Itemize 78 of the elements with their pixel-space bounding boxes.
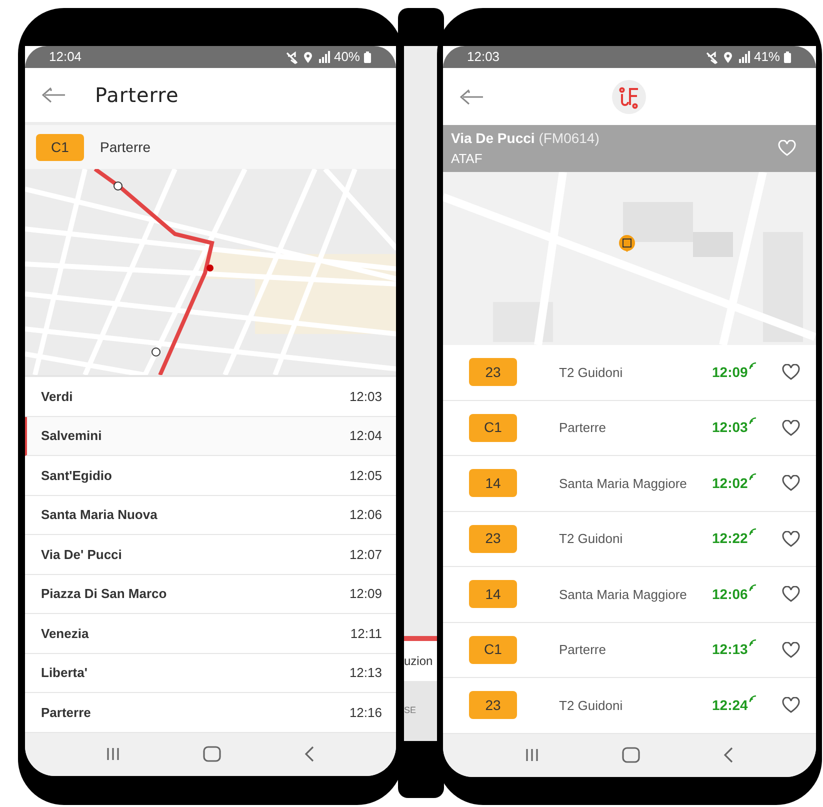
- battery-percentage: 40%: [334, 48, 360, 66]
- line-badge: C1: [469, 636, 517, 664]
- departure-time: 12:09: [712, 362, 748, 382]
- back-icon[interactable]: [723, 747, 734, 763]
- heart-icon[interactable]: [782, 530, 800, 547]
- stop-time: 12:13: [349, 664, 382, 682]
- recent-apps-icon[interactable]: [106, 746, 120, 762]
- stop-row[interactable]: Salvemini 12:04: [25, 416, 396, 456]
- stop-row[interactable]: Santa Maria Nuova 12:06: [25, 496, 396, 535]
- stop-row[interactable]: Via De' Pucci 12:07: [25, 535, 396, 574]
- departure-destination: T2 Guidoni: [559, 364, 624, 382]
- departure-time: 12:22: [712, 529, 748, 548]
- heart-icon[interactable]: [782, 586, 800, 602]
- departure-destination: T2 Guidoni: [559, 696, 624, 714]
- status-time: 12:03: [467, 48, 500, 66]
- departure-time: 12:02: [712, 474, 748, 493]
- stop-time: 12:11: [350, 624, 382, 642]
- departure-destination: Santa Maria Maggiore: [559, 586, 688, 604]
- stop-row[interactable]: Piazza Di San Marco 12:09: [25, 574, 396, 614]
- location-icon: [722, 50, 734, 64]
- departure-time: 12:03: [712, 418, 748, 438]
- departure-destination: Parterre: [559, 419, 607, 437]
- stop-title: Via De Pucci (FM0614): [451, 129, 600, 148]
- partial-button[interactable]: SE: [404, 704, 416, 718]
- stop-row[interactable]: Sant'Egidio 12:05: [25, 456, 396, 496]
- stop-name: Liberta': [41, 664, 88, 682]
- stop-time: 12:09: [349, 585, 382, 603]
- departure-time: 12:06: [712, 584, 748, 604]
- route-destination: Parterre: [100, 138, 151, 156]
- stop-time: 12:06: [349, 506, 382, 524]
- signal-icon: [318, 51, 331, 63]
- line-badge: 14: [469, 580, 517, 608]
- heart-icon[interactable]: [782, 364, 800, 380]
- stop-name: Sant'Egidio: [41, 466, 113, 485]
- line-badge: C1: [469, 414, 517, 442]
- partial-label: uzion: [404, 653, 433, 670]
- departure-destination: Santa Maria Maggiore: [559, 474, 688, 493]
- battery-icon: [783, 51, 792, 63]
- battery-percentage: 41%: [754, 48, 780, 66]
- heart-icon[interactable]: [782, 420, 800, 436]
- line-badge: 23: [469, 358, 517, 386]
- departure-time: 12:24: [712, 696, 748, 715]
- stop-time: 12:07: [349, 546, 382, 564]
- stop-name: Salvemini: [41, 427, 103, 445]
- stop-name: Verdi: [41, 388, 74, 406]
- recent-apps-icon[interactable]: [524, 747, 539, 763]
- home-icon[interactable]: [202, 746, 221, 762]
- stop-name: Via De' Pucci: [41, 546, 123, 564]
- signal-icon: [738, 51, 751, 63]
- status-time: 12:04: [49, 48, 82, 66]
- line-badge: 23: [469, 691, 517, 720]
- app-logo-icon: [612, 80, 646, 114]
- departure-time: 12:13: [712, 640, 748, 660]
- stop-name: Santa Maria Nuova: [41, 506, 158, 524]
- stop-time: 12:04: [349, 427, 382, 445]
- location-icon: [302, 50, 314, 64]
- battery-icon: [363, 51, 372, 63]
- stop-row[interactable]: Venezia 12:11: [25, 614, 396, 654]
- stop-time: 12:03: [349, 388, 382, 406]
- line-badge: 23: [469, 524, 517, 553]
- line-badge: 14: [469, 469, 517, 498]
- back-icon[interactable]: [304, 746, 315, 762]
- home-icon[interactable]: [622, 747, 640, 763]
- screen-title: Parterre: [95, 82, 179, 109]
- stop-name: Parterre: [41, 704, 92, 722]
- line-badge: C1: [36, 134, 84, 160]
- stop-name: Piazza Di San Marco: [41, 585, 168, 603]
- stop-time: 12:05: [349, 466, 382, 484]
- stop-row[interactable]: Liberta' 12:13: [25, 654, 396, 693]
- departure-destination: Parterre: [559, 641, 607, 659]
- heart-icon[interactable]: [782, 642, 800, 658]
- stop-time: 12:16: [349, 704, 382, 722]
- operator-name: ATAF: [451, 150, 484, 168]
- heart-icon[interactable]: [782, 475, 800, 492]
- heart-icon[interactable]: [782, 697, 800, 714]
- bus-stop-pin-icon: [619, 235, 635, 252]
- departure-destination: T2 Guidoni: [559, 530, 624, 548]
- stop-name: Venezia: [41, 624, 90, 642]
